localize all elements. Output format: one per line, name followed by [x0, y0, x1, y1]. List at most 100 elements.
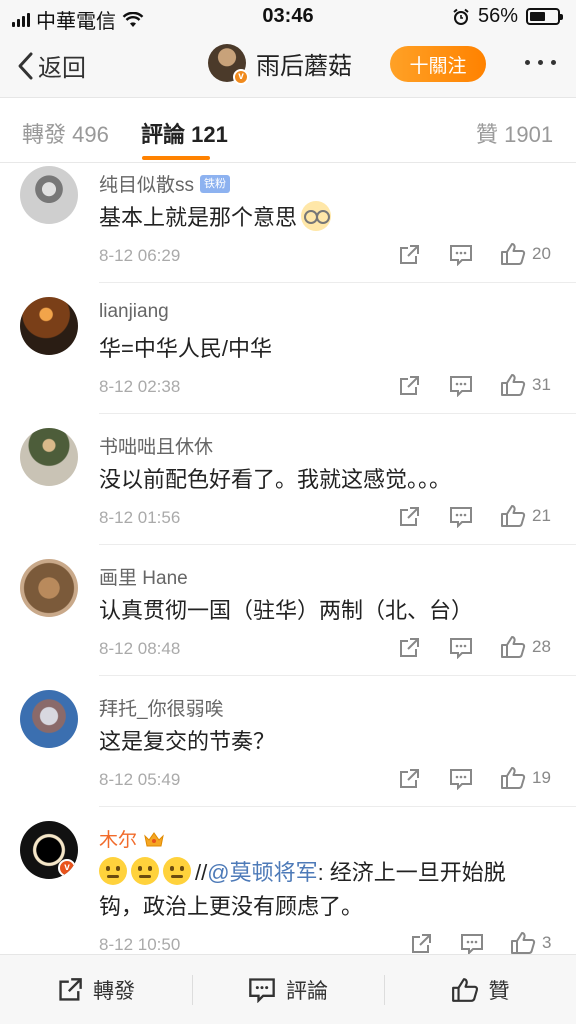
like-button[interactable]: 贊	[384, 955, 576, 1024]
chevron-left-icon	[18, 52, 33, 79]
comment-icon	[450, 638, 472, 659]
like-label: 贊	[488, 980, 510, 1003]
like-action[interactable]: 20	[500, 242, 551, 266]
comment-time: 8-12 02:38	[99, 377, 181, 396]
repost-action[interactable]	[398, 637, 420, 659]
nav-username: 雨后蘑菇	[256, 52, 352, 80]
like-count: 21	[532, 506, 551, 525]
thumbs-up-icon	[501, 767, 526, 789]
divider	[99, 544, 576, 545]
glasses-emoji-icon	[301, 201, 332, 231]
comment-user-name: 书咄咄且休休	[99, 437, 214, 458]
repost-action[interactable]	[398, 375, 420, 397]
comment-text: 华=中华人民/中华	[99, 336, 272, 361]
nav-user[interactable]: v 雨后蘑菇	[208, 44, 352, 85]
like-action[interactable]: 31	[500, 373, 551, 397]
share-icon	[400, 376, 419, 395]
avatar[interactable]	[20, 297, 78, 355]
comment-icon	[450, 769, 472, 790]
repost-button[interactable]: 轉發	[0, 955, 192, 1024]
avatar[interactable]	[20, 559, 78, 617]
avatar[interactable]	[20, 690, 78, 748]
repost-action[interactable]	[398, 768, 420, 790]
divider	[99, 282, 576, 283]
thumbs-up-icon	[511, 932, 536, 954]
thinking-emoji-icon	[99, 857, 127, 885]
repost-action[interactable]	[398, 506, 420, 528]
share-icon	[400, 638, 419, 657]
tab-likes[interactable]: 贊 1901	[476, 117, 553, 149]
comment-list[interactable]: 纯目似散ss 铁粉 基本上就是那个意思 8-12 06:29 20 lianjia…	[0, 164, 576, 954]
thumbs-up-icon	[501, 243, 526, 265]
repost-action[interactable]	[398, 244, 420, 266]
comment-user[interactable]: 纯目似散ss 铁粉	[99, 170, 231, 197]
tab-comments-count: 121	[191, 122, 228, 147]
comment-action[interactable]	[460, 933, 484, 954]
comment-text-body: 基本上就是那个意思	[99, 205, 298, 230]
repost-action[interactable]	[410, 933, 432, 954]
comment-user[interactable]: 画里 Hane	[99, 563, 188, 590]
comment-time: 8-12 01:56	[99, 508, 181, 527]
back-button[interactable]: 返回	[16, 48, 86, 83]
share-icon	[412, 934, 431, 953]
share-icon	[400, 507, 419, 526]
comment-user-name: lianjiang	[99, 301, 169, 322]
like-count: 31	[532, 375, 551, 394]
thumbs-up-icon	[501, 374, 526, 396]
tab-bar: 轉發 496 評論 121 贊 1901	[0, 99, 576, 163]
alarm-icon	[453, 8, 469, 25]
more-icon[interactable]	[525, 60, 556, 65]
tab-comments[interactable]: 評論 121	[141, 117, 228, 149]
like-action[interactable]: 19	[500, 766, 551, 790]
comment-action[interactable]	[449, 637, 473, 659]
avatar[interactable]: v	[20, 821, 78, 879]
tab-reposts-count: 496	[72, 122, 109, 147]
screen: 中華電信 03:46 56% 返回 v 雨后蘑菇 十關注 轉發 496 評論 1…	[0, 0, 576, 1024]
nav-bar: 返回 v 雨后蘑菇 十關注	[0, 34, 576, 98]
share-icon	[400, 245, 419, 264]
comment-time: 8-12 05:49	[99, 770, 181, 789]
comment-text: 没以前配色好看了。我就这感觉。。。	[99, 467, 452, 492]
like-action[interactable]: 21	[500, 504, 551, 528]
comment-time: 8-12 08:48	[99, 639, 181, 658]
thumbs-up-icon	[501, 505, 526, 527]
like-action[interactable]: 28	[500, 635, 551, 659]
tab-likes-label: 贊	[476, 122, 499, 147]
avatar[interactable]	[20, 166, 78, 224]
comment-action[interactable]	[449, 375, 473, 397]
comment-user-name: 拜托_你很弱唉	[99, 699, 224, 720]
comment-user[interactable]: 书咄咄且休休	[99, 432, 213, 459]
comment-button[interactable]: 評論	[192, 955, 384, 1024]
comment-user-name: 纯目似散ss	[99, 175, 195, 196]
mention-link[interactable]: @莫顿将军	[207, 860, 317, 885]
share-icon	[400, 769, 419, 788]
comment-icon	[461, 934, 483, 954]
comment-action[interactable]	[449, 768, 473, 790]
comment-icon	[450, 245, 472, 266]
avatar[interactable]	[20, 428, 78, 486]
battery-level	[530, 12, 545, 21]
comment-user[interactable]: 木尔	[99, 825, 165, 852]
battery-percent: 56%	[477, 5, 518, 27]
follow-button[interactable]: 十關注	[390, 46, 486, 82]
comment-text: 认真贯彻一国（驻华）两制（北、台）	[99, 598, 474, 623]
comment-action[interactable]	[449, 244, 473, 266]
comment-user[interactable]: lianjiang	[99, 301, 169, 323]
comment-user[interactable]: 拜托_你很弱唉	[99, 694, 224, 721]
fan-badge: 铁粉	[200, 174, 231, 193]
repost-label: 轉發	[93, 980, 135, 1003]
back-label: 返回	[38, 55, 86, 82]
comment-action[interactable]	[449, 506, 473, 528]
like-action[interactable]: 3	[510, 931, 551, 954]
like-count: 19	[532, 768, 551, 787]
share-icon	[59, 978, 82, 1001]
comment-text: //@莫顿将军: 经济上一旦开始脱钩，政治上更没有顾虑了。	[99, 856, 549, 924]
tab-reposts[interactable]: 轉發 496	[22, 117, 109, 149]
bottom-bar: 轉發 評論 贊	[0, 954, 576, 1024]
divider	[99, 413, 576, 414]
verified-icon: v	[233, 69, 249, 85]
comment-time: 8-12 10:50	[99, 935, 181, 954]
comment-icon	[450, 507, 472, 528]
comment-icon	[249, 978, 275, 1003]
status-right: 56%	[452, 5, 563, 28]
